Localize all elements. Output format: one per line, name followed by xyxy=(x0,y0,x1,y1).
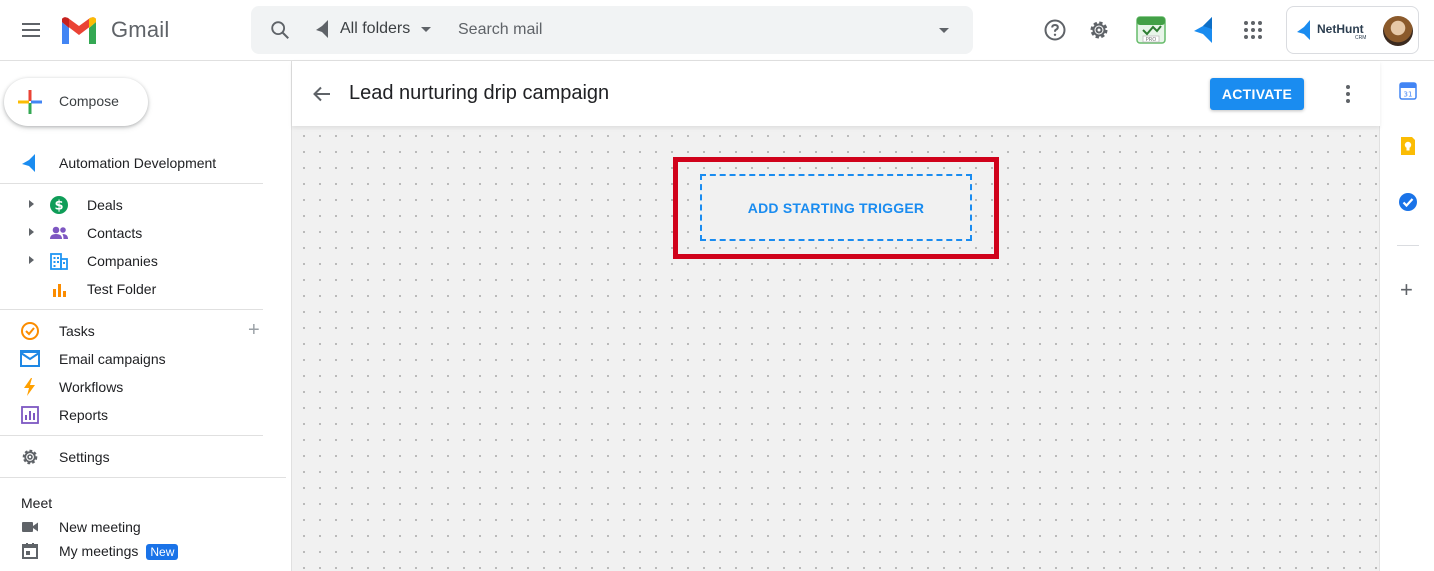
sidebar-item-label: Reports xyxy=(59,407,109,423)
search-icon[interactable] xyxy=(269,19,291,41)
contacts-icon xyxy=(50,226,68,239)
compose-label: Compose xyxy=(59,93,119,109)
dollar-icon: $ xyxy=(50,196,68,214)
sidebar-item-automation-development[interactable]: Automation Development xyxy=(0,149,270,177)
report-icon xyxy=(21,406,39,424)
calendar-app-icon[interactable]: 31 xyxy=(1398,81,1418,101)
nethunt-brand: NetHunt xyxy=(1317,22,1364,36)
meet-section-title: Meet xyxy=(21,495,53,511)
svg-text:PRO: PRO xyxy=(1146,37,1156,43)
calendar-icon xyxy=(22,543,38,559)
settings-gear-icon[interactable] xyxy=(1087,18,1111,42)
divider xyxy=(0,435,263,436)
sidebar-item-label: Contacts xyxy=(87,225,143,241)
top-bar: Gmail All folders PRO xyxy=(0,0,1434,61)
add-starting-trigger-label: ADD STARTING TRIGGER xyxy=(747,199,925,216)
pro-extension-icon[interactable]: PRO xyxy=(1134,13,1168,47)
account-switcher[interactable]: NetHunt CRM xyxy=(1286,6,1419,54)
check-circle-icon xyxy=(21,322,39,340)
sidebar-item-label: Companies xyxy=(87,253,158,269)
compose-plus-icon xyxy=(18,90,42,114)
sidebar-item-companies[interactable]: Companies xyxy=(0,247,270,275)
nethunt-folder-icon[interactable] xyxy=(314,19,332,39)
sidebar-item-label: Deals xyxy=(87,197,123,213)
search-options-icon[interactable] xyxy=(939,28,949,33)
divider xyxy=(0,477,286,478)
nethunt-brand-sub: CRM xyxy=(1355,35,1367,41)
sidebar-item-email-campaigns[interactable]: Email campaigns xyxy=(0,345,270,373)
sidebar-item-label: Tasks xyxy=(59,323,95,339)
my-meetings-label: My meetings xyxy=(59,543,139,559)
svg-text:$: $ xyxy=(54,199,63,214)
add-starting-trigger-button[interactable]: ADD STARTING TRIGGER xyxy=(700,174,972,241)
sidebar: Compose Automation Development $ Deals C… xyxy=(0,61,286,571)
expand-arrow-icon[interactable] xyxy=(29,200,34,208)
add-task-icon[interactable]: + xyxy=(248,320,260,340)
building-icon xyxy=(50,253,68,270)
sidebar-item-deals[interactable]: $ Deals xyxy=(0,191,270,219)
more-options-icon[interactable] xyxy=(1336,82,1360,106)
sidebar-item-label: Automation Development xyxy=(59,155,217,171)
folder-selector[interactable]: All folders xyxy=(340,20,410,38)
add-app-icon[interactable]: + xyxy=(1400,279,1413,301)
my-meetings-link[interactable]: My meetings New xyxy=(0,537,270,565)
sidebar-item-label: Workflows xyxy=(59,379,124,395)
divider xyxy=(0,183,263,184)
mail-icon xyxy=(20,350,40,367)
sidebar-item-label: Test Folder xyxy=(87,281,157,297)
folder-dropdown-icon[interactable] xyxy=(421,27,431,32)
expand-arrow-icon[interactable] xyxy=(29,256,34,264)
avatar[interactable] xyxy=(1383,16,1413,46)
workflow-canvas[interactable]: ADD STARTING TRIGGER xyxy=(292,126,1380,571)
sidebar-item-tasks[interactable]: Tasks + xyxy=(0,317,270,345)
divider xyxy=(0,309,263,310)
main-panel: Lead nurturing drip campaign ACTIVATE AD… xyxy=(291,61,1380,571)
keep-app-icon[interactable] xyxy=(1398,136,1418,156)
search-input[interactable] xyxy=(458,18,918,42)
bar-chart-icon xyxy=(53,284,66,297)
apps-grid-icon[interactable] xyxy=(1241,18,1265,42)
tasks-app-icon[interactable] xyxy=(1398,192,1418,212)
my-meetings-label-wrap: My meetings New xyxy=(59,543,179,561)
nethunt-icon[interactable] xyxy=(1192,15,1218,45)
workflow-header: Lead nurturing drip campaign ACTIVATE xyxy=(292,61,1380,126)
help-icon[interactable] xyxy=(1043,18,1067,42)
sidebar-item-settings[interactable]: Settings xyxy=(0,443,270,471)
side-panel-rail: 31 + xyxy=(1379,61,1434,571)
svg-text:31: 31 xyxy=(1404,91,1413,99)
activate-button[interactable]: ACTIVATE xyxy=(1210,78,1304,110)
rail-divider xyxy=(1397,245,1419,246)
search-bar: All folders xyxy=(251,6,973,54)
video-camera-icon xyxy=(22,522,38,532)
compose-button[interactable]: Compose xyxy=(4,78,148,126)
nethunt-icon xyxy=(22,154,35,172)
sidebar-item-label: Email campaigns xyxy=(59,351,166,367)
page-title: Lead nurturing drip campaign xyxy=(349,82,610,104)
sidebar-item-contacts[interactable]: Contacts xyxy=(0,219,270,247)
lightning-icon xyxy=(24,378,35,396)
nethunt-logo-icon xyxy=(1297,20,1310,40)
expand-arrow-icon[interactable] xyxy=(29,228,34,236)
gear-icon xyxy=(22,449,38,465)
sidebar-item-workflows[interactable]: Workflows xyxy=(0,373,270,401)
gmail-wordmark[interactable]: Gmail xyxy=(111,17,169,43)
main-menu-button[interactable] xyxy=(19,18,43,42)
gmail-logo-icon xyxy=(62,17,96,44)
sidebar-item-label: Settings xyxy=(59,449,110,465)
back-arrow-icon[interactable] xyxy=(310,82,334,106)
new-badge: New xyxy=(146,544,179,561)
new-meeting-label: New meeting xyxy=(59,519,141,535)
sidebar-item-test-folder[interactable]: Test Folder xyxy=(0,275,270,303)
sidebar-item-reports[interactable]: Reports xyxy=(0,401,270,429)
